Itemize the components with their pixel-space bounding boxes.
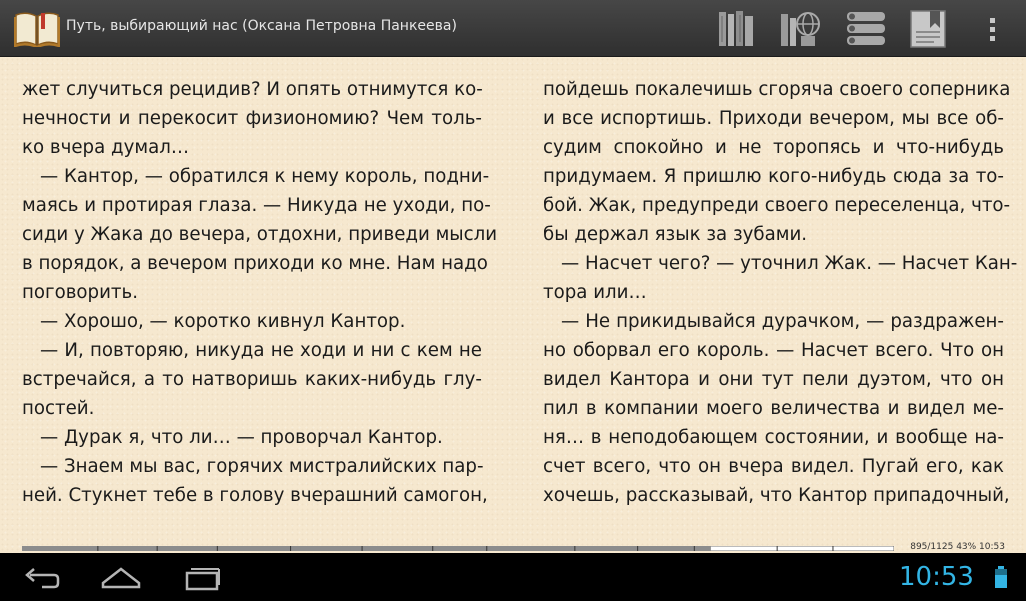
text-line: ня… в неподобающем состоянии, и вообще н…	[543, 427, 1004, 448]
text-line: — Знаем мы вас, горячих мистралийских па…	[40, 456, 484, 477]
text-line: ко вчера думал…	[22, 137, 190, 158]
home-icon[interactable]	[100, 561, 142, 593]
text-line: бой. Жак, предупреди своего переселенца,…	[543, 195, 1011, 216]
text-line: — Не прикидывайся дурачком, — раздражен-	[561, 311, 1004, 332]
text-line: — Насчет чего? — уточнил Жак. — Насчет К…	[561, 253, 1018, 274]
text-column-right: пойдешь покалечишь сгоряча своего соперн…	[543, 75, 1018, 510]
text-line: жет случиться рецидив? И опять отнимутся…	[22, 79, 483, 100]
text-line: судим спокойно и не торопясь и что-нибуд…	[543, 137, 1004, 158]
text-line: встречайся, а то натворишь каких-нибудь …	[22, 369, 482, 390]
text-column-left: жет случиться рецидив? И опять отнимутся…	[22, 75, 498, 510]
network-library-icon[interactable]	[779, 8, 821, 50]
reading-page[interactable]: жет случиться рецидив? И опять отнимутся…	[0, 57, 1026, 553]
library-icon[interactable]	[716, 8, 758, 50]
text-line: — Дурак я, что ли… — проворчал Кантор.	[40, 427, 443, 448]
text-line: — Хорошо, — коротко кивнул Кантор.	[40, 311, 406, 332]
text-line: счет всего, что он вчера видел. Пугай ег…	[543, 456, 1004, 477]
text-line: сиди у Жака до вечера, отдохни, приведи …	[22, 224, 498, 245]
text-line: постей.	[22, 398, 95, 419]
text-line: ней. Стукнет тебе в голову вчерашний сам…	[22, 485, 488, 506]
text-line: — Кантор, — обратился к нему король, под…	[40, 166, 490, 187]
status-clock: 10:53	[899, 562, 974, 592]
back-icon[interactable]	[22, 561, 62, 593]
text-line: нечности и перекосит физиономию? Чем тол…	[22, 108, 482, 129]
system-navigation-bar: 10:53	[0, 553, 1026, 601]
text-line: и все испортишь. Приходи вечером, мы все…	[543, 108, 1004, 129]
text-line: придумаем. Я пришлю кого-нибудь сюда за …	[543, 166, 1004, 187]
text-line: пойдешь покалечишь сгоряча своего соперн…	[543, 79, 1011, 100]
text-line: поговорить.	[22, 282, 139, 303]
text-line: в порядок, а вечером приходи ко мне. Нам…	[22, 253, 488, 274]
text-line: но оборвал его король. — Насчет всего. Ч…	[543, 340, 1004, 361]
menu-overflow-icon[interactable]	[972, 8, 1014, 50]
text-line: видел Кантора и они тут пели дуэтом, что…	[543, 369, 1004, 390]
text-line: пил в компании моего величества и видел …	[543, 398, 1004, 419]
recent-apps-icon[interactable]	[183, 561, 223, 593]
text-line: — И, повторяю, никуда не ходи и ни с кем…	[40, 340, 482, 361]
bookmarks-icon[interactable]	[908, 8, 950, 50]
text-line: тора или…	[543, 282, 647, 303]
text-line: бы держал язык за зубами.	[543, 224, 808, 245]
progress-info: 895/1125 43% 10:53	[910, 542, 1005, 552]
app-book-icon[interactable]	[14, 9, 60, 47]
battery-icon	[995, 566, 1007, 588]
table-of-contents-icon[interactable]	[845, 8, 887, 50]
progress-fill	[22, 546, 711, 551]
action-bar: Путь, выбирающий нас (Оксана Петровна Па…	[0, 0, 1026, 57]
text-line: хочешь, рассказывай, что Кантор припадоч…	[543, 485, 1010, 506]
reading-progress-bar[interactable]	[22, 546, 894, 551]
book-title: Путь, выбирающий нас (Оксана Петровна Па…	[66, 18, 457, 34]
text-line: маясь и протирая глаза. — Никуда не уход…	[22, 195, 491, 216]
